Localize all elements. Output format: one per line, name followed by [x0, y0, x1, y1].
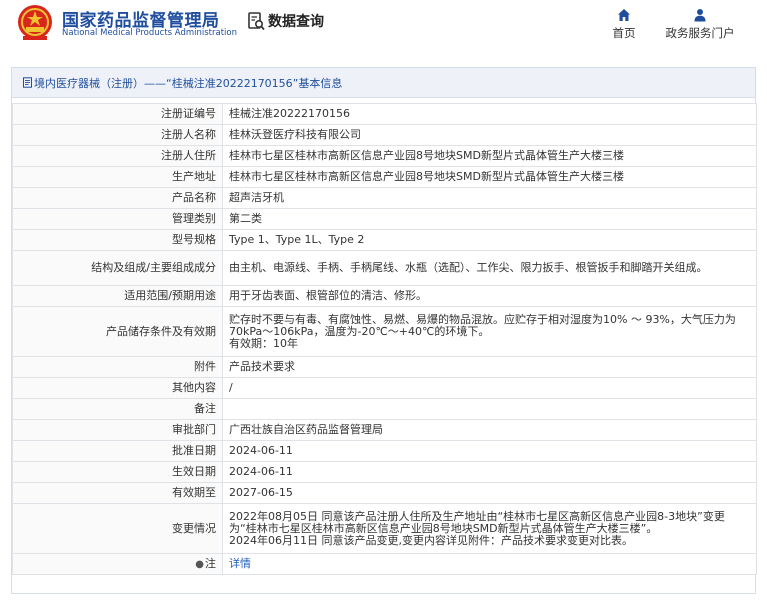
note-value-cell: 详情: [222, 553, 757, 575]
field-value: 广西壮族自治区药品监督管理局: [222, 419, 757, 441]
table-row-note: ●注 详情: [12, 553, 757, 575]
nav-gov-service[interactable]: 政务服务门户: [660, 8, 740, 41]
field-label: 产品储存条件及有效期: [12, 306, 223, 357]
table-row: 适用范围/预期用途 用于牙齿表面、根管部位的清洁、修形。: [12, 285, 757, 307]
field-value: 第二类: [222, 208, 757, 230]
field-label: 注册证编号: [12, 103, 223, 125]
table-row: 结构及组成/主要组成成分 由主机、电源线、手柄、手柄尾线、水瓶（选配）、工作尖、限…: [12, 250, 757, 286]
field-value: 由主机、电源线、手柄、手柄尾线、水瓶（选配）、工作尖、限力扳手、根管扳手和脚踏开…: [222, 250, 757, 286]
field-value: 桂械注准20222170156: [222, 103, 757, 125]
field-value: 2022年08月05日 同意该产品注册人住所及生产地址由“桂林市七星区高新区信息…: [222, 503, 757, 554]
table-row: 变更情况 2022年08月05日 同意该产品注册人住所及生产地址由“桂林市七星区高…: [12, 503, 757, 554]
table-row: 生效日期 2024-06-11: [12, 461, 757, 483]
field-label: 注册人名称: [12, 124, 223, 146]
data-query-link[interactable]: 数据查询: [248, 11, 324, 31]
field-value: 产品技术要求: [222, 356, 757, 378]
document-icon: [23, 77, 32, 88]
data-query-label: 数据查询: [268, 14, 324, 30]
table-row: 注册证编号 桂械注准20222170156: [12, 103, 757, 125]
device-info-panel: 境内医疗器械（注册）——“桂械注准20222170156”基本信息 注册证编号桂…: [11, 67, 757, 594]
table-row: 管理类别 第二类: [12, 208, 757, 230]
home-icon: [618, 9, 630, 21]
info-table: 注册证编号 桂械注准20222170156 注册人名称 桂林沃登医疗科技有限公司 注册人…: [12, 103, 757, 575]
field-label: 管理类别: [12, 208, 223, 230]
table-row: 其他内容 /: [12, 377, 757, 399]
field-label: 生产地址: [12, 166, 223, 188]
field-label: 结构及组成/主要组成成分: [12, 250, 223, 286]
field-value: 2024-06-11: [222, 440, 757, 462]
table-row: 生产地址 桂林市七星区桂林市高新区信息产业园8号地块SMD新型片式晶体管生产大楼三…: [12, 166, 757, 188]
table-row: 批准日期 2024-06-11: [12, 440, 757, 462]
table-row: 有效期至 2027-06-15: [12, 482, 757, 504]
field-value: Type 1、Type 1L、Type 2: [222, 229, 757, 251]
table-row: 注册人名称 桂林沃登医疗科技有限公司: [12, 124, 757, 146]
field-label: 产品名称: [12, 187, 223, 209]
nav-gov-service-label: 政务服务门户: [665, 26, 735, 40]
field-label: 备注: [12, 398, 223, 420]
panel-title-bar: 境内医疗器械（注册）——“桂械注准20222170156”基本信息: [12, 68, 755, 98]
field-label: 批准日期: [12, 440, 223, 462]
field-label: 生效日期: [12, 461, 223, 483]
panel-title: 境内医疗器械（注册）——“桂械注准20222170156”基本信息: [34, 76, 343, 90]
table-row: 注册人住所 桂林市七星区桂林市高新区信息产业园8号地块SMD新型片式晶体管生产大楼…: [12, 145, 757, 167]
nav-home-label: 首页: [612, 26, 636, 40]
field-value: 桂林沃登医疗科技有限公司: [222, 124, 757, 146]
field-label: 附件: [12, 356, 223, 378]
site-header: 国家药品监督管理局 National Medical Products Admi…: [0, 0, 767, 54]
details-link[interactable]: 详情: [229, 557, 251, 570]
field-label: 有效期至: [12, 482, 223, 504]
field-value: 桂林市七星区桂林市高新区信息产业园8号地块SMD新型片式晶体管生产大楼三楼: [222, 166, 757, 188]
table-row: 审批部门 广西壮族自治区药品监督管理局: [12, 419, 757, 441]
field-value: 桂林市七星区桂林市高新区信息产业园8号地块SMD新型片式晶体管生产大楼三楼: [222, 145, 757, 167]
bulb-icon: ●: [195, 558, 204, 570]
table-row: 产品名称 超声洁牙机: [12, 187, 757, 209]
field-label: 适用范围/预期用途: [12, 285, 223, 307]
field-label: 型号规格: [12, 229, 223, 251]
field-value: [222, 398, 757, 420]
field-label: 注册人住所: [12, 145, 223, 167]
field-label: 其他内容: [12, 377, 223, 399]
national-emblem-icon: [18, 5, 52, 40]
nav-home[interactable]: 首页: [606, 8, 642, 41]
field-value: 2027-06-15: [222, 482, 757, 504]
table-row: 备注: [12, 398, 757, 420]
table-row: 型号规格 Type 1、Type 1L、Type 2: [12, 229, 757, 251]
field-value: 2024-06-11: [222, 461, 757, 483]
logo-title-en: National Medical Products Administration: [62, 28, 237, 38]
field-label: 审批部门: [12, 419, 223, 441]
field-value: 贮存时不要与有毒、有腐蚀性、易燃、易爆的物品混放。应贮存于相对湿度为10% ～ …: [222, 306, 757, 357]
table-row: 产品储存条件及有效期 贮存时不要与有毒、有腐蚀性、易燃、易爆的物品混放。应贮存于相…: [12, 306, 757, 357]
table-row: 附件 产品技术要求: [12, 356, 757, 378]
field-value: /: [222, 377, 757, 399]
user-icon: [694, 9, 706, 22]
field-value: 用于牙齿表面、根管部位的清洁、修形。: [222, 285, 757, 307]
field-value: 超声洁牙机: [222, 187, 757, 209]
note-label: 注: [205, 556, 216, 570]
field-label: 变更情况: [12, 503, 223, 554]
note-label-cell: ●注: [12, 553, 223, 575]
document-search-icon: [248, 11, 265, 30]
